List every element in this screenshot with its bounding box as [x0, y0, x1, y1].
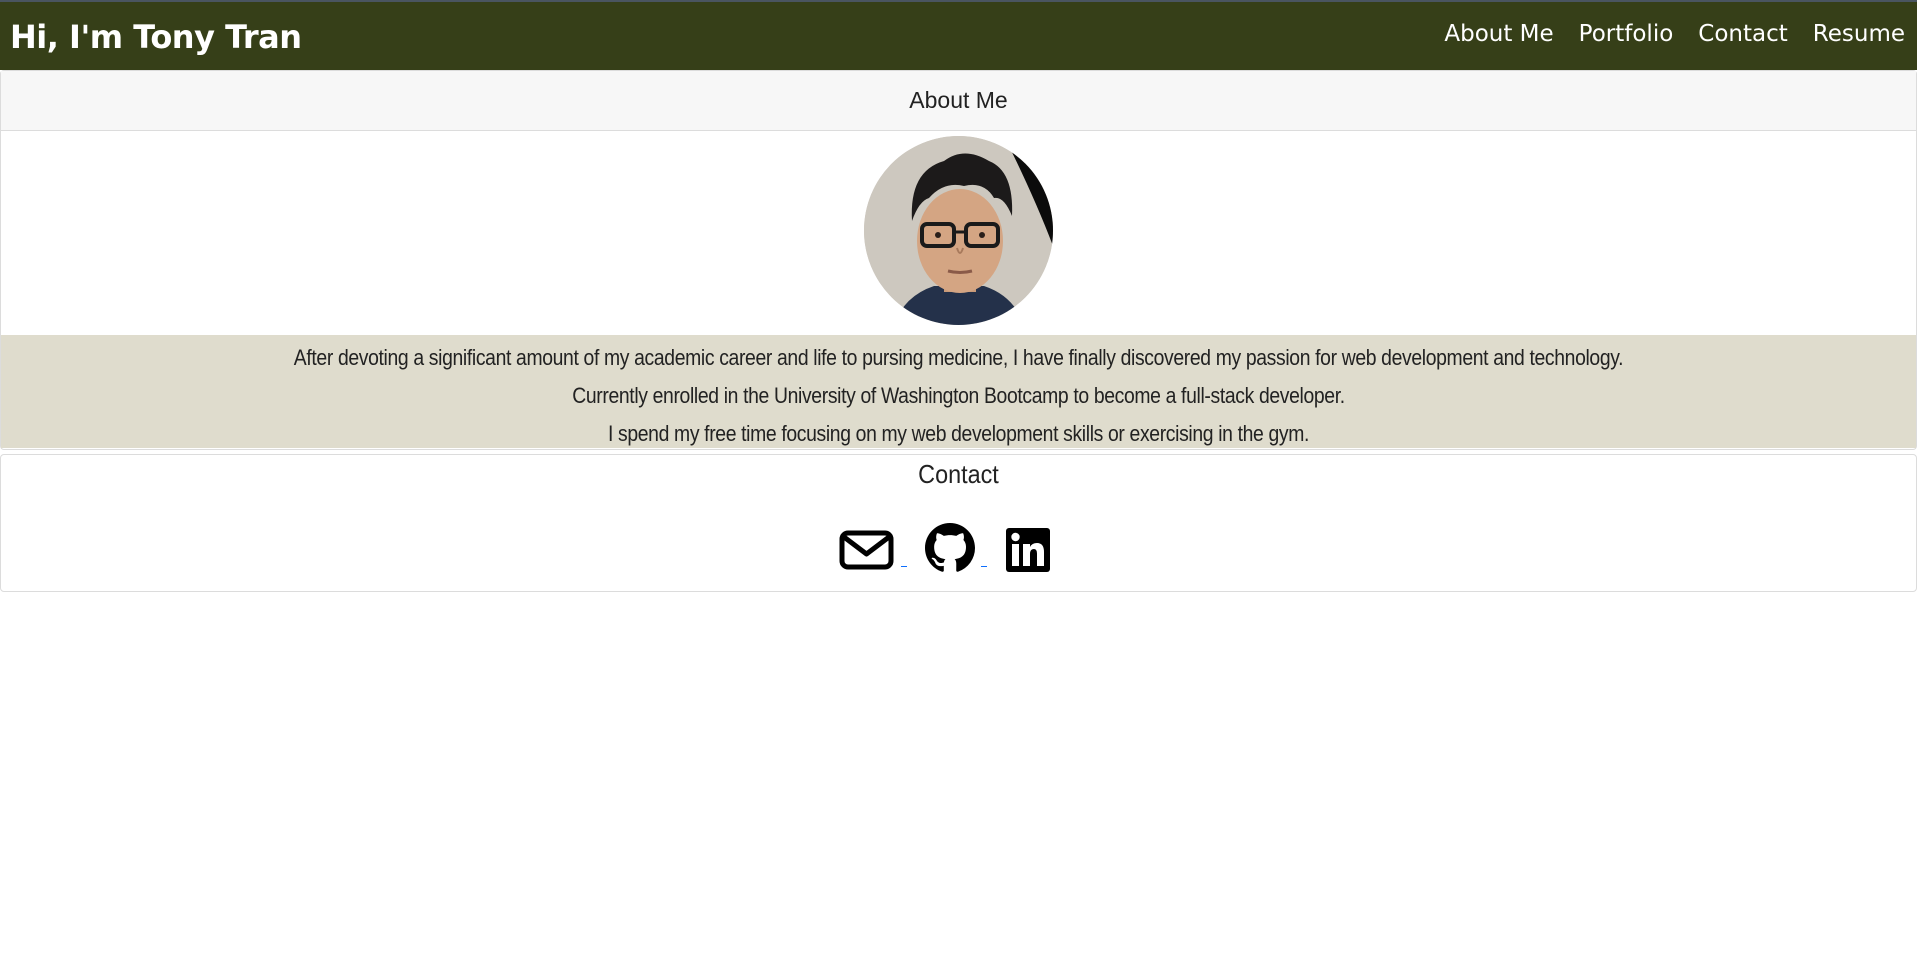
- contact-title: Contact: [918, 459, 999, 489]
- avatar: [864, 136, 1053, 325]
- nav-contact[interactable]: Contact: [1698, 22, 1787, 46]
- github-link[interactable]: [925, 523, 1005, 573]
- github-icon: [925, 523, 975, 572]
- nav-links: About Me Portfolio Contact Resume: [1419, 22, 1905, 46]
- brand-title[interactable]: Hi, I'm Tony Tran: [10, 19, 302, 53]
- bio-line-1: After devoting a significant amount of m…: [293, 345, 1624, 370]
- bio-section: After devoting a significant amount of m…: [1, 335, 1916, 448]
- nav-about-me[interactable]: About Me: [1444, 22, 1553, 46]
- linkedin-link[interactable]: [1005, 527, 1051, 573]
- link-underline: [981, 566, 987, 567]
- about-card: About Me After devoting a significant am…: [0, 70, 1917, 450]
- envelope-icon: [839, 530, 894, 570]
- bio-line-3: I spend my free time focusing on my web …: [607, 421, 1310, 446]
- bio-line-2: Currently enrolled in the University of …: [572, 383, 1345, 408]
- linkedin-icon: [1006, 528, 1050, 572]
- nav-portfolio[interactable]: Portfolio: [1579, 22, 1674, 46]
- navbar: Hi, I'm Tony Tran About Me Portfolio Con…: [0, 0, 1917, 70]
- email-link[interactable]: [839, 525, 925, 573]
- about-header: About Me: [1, 71, 1916, 131]
- contact-icons: [839, 521, 1051, 573]
- link-underline: [901, 566, 907, 567]
- contact-card: Contact: [0, 454, 1917, 592]
- nav-resume[interactable]: Resume: [1813, 22, 1905, 46]
